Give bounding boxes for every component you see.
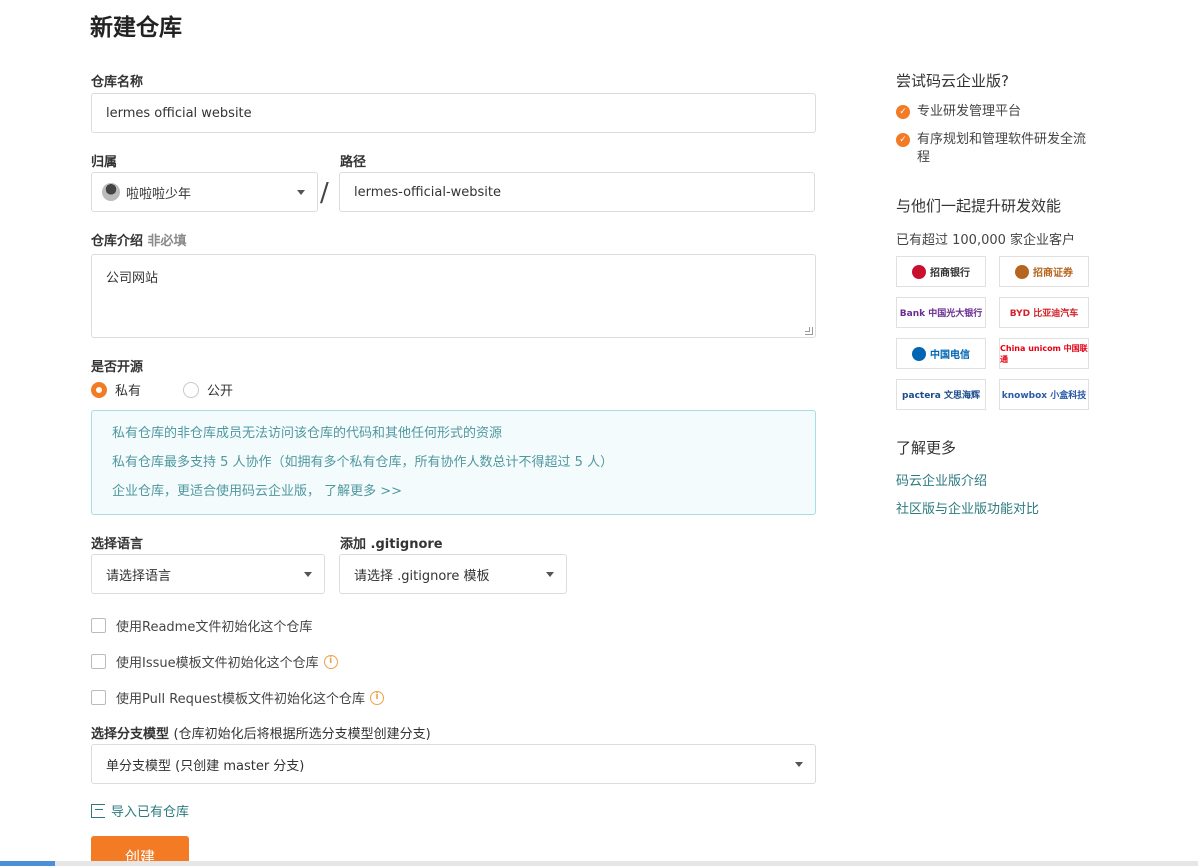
logo-text: BYD 比亚迪汽车	[1009, 309, 1079, 319]
import-repo-link[interactable]: 导入已有仓库	[91, 801, 189, 820]
logo-ceb: Bank 中国光大银行	[896, 297, 986, 328]
telecom-mark-icon	[912, 346, 926, 361]
import-repo-label: 导入已有仓库	[111, 805, 190, 820]
cms-mark-icon	[1015, 264, 1029, 279]
notice-learn-more-link[interactable]: 企业仓库，更适合使用码云企业版， 了解更多 >>	[112, 481, 795, 510]
check-circle-icon: ✓	[896, 133, 910, 147]
enterprise-intro-link[interactable]: 码云企业版介绍	[896, 470, 987, 489]
radio-public-label: 公开	[207, 384, 234, 399]
readme-checkbox-label: 使用Readme文件初始化这个仓库	[116, 620, 313, 635]
language-value: 请选择语言	[106, 568, 172, 584]
horizontal-scrollbar[interactable]	[0, 861, 1198, 866]
description-label: 仓库介绍 非必填	[91, 230, 187, 249]
check-circle-icon: ✓	[896, 105, 910, 119]
branch-model-label-text: 选择分支模型	[91, 727, 170, 742]
language-label: 选择语言	[91, 537, 144, 552]
description-value: 公司网站	[106, 271, 159, 286]
branch-model-label: 选择分支模型 (仓库初始化后将根据所选分支模型创建分支)	[91, 723, 431, 742]
logo-text: Bank 中国光大银行	[899, 309, 983, 319]
logo-text: knowbox 小盒科技	[1001, 391, 1087, 401]
logo-pactera: pactera 文思海辉	[896, 379, 986, 410]
gitignore-select[interactable]: 请选择 .gitignore 模板	[339, 554, 567, 594]
feature-text: 专业研发管理平台	[917, 104, 1022, 119]
language-select[interactable]: 请选择语言	[91, 554, 325, 594]
radio-public[interactable]: 公开	[183, 380, 233, 399]
logo-text: 招商证券	[1033, 268, 1073, 279]
checkbox-icon[interactable]	[91, 654, 106, 669]
info-icon[interactable]: i	[370, 690, 385, 705]
logo-knowbox: knowbox 小盒科技	[999, 379, 1089, 410]
repo-name-label: 仓库名称	[91, 75, 144, 90]
logo-text: China unicom 中国联通	[1000, 343, 1088, 364]
gitignore-value: 请选择 .gitignore 模板	[354, 568, 490, 584]
avatar	[102, 183, 120, 201]
checkbox-icon[interactable]	[91, 690, 106, 705]
import-icon	[91, 803, 105, 818]
owner-value: 啦啦啦少年	[126, 186, 192, 202]
gitignore-label: 添加 .gitignore	[340, 537, 443, 552]
info-icon[interactable]: i	[323, 654, 338, 669]
description-textarea[interactable]: 公司网站	[91, 254, 816, 338]
description-label-text: 仓库介绍	[91, 234, 144, 249]
repo-name-input[interactable]: lermes official website	[91, 93, 816, 133]
logo-text: 招商银行	[930, 268, 970, 279]
owner-select[interactable]: 啦啦啦少年	[91, 172, 318, 212]
owner-label: 归属	[91, 155, 118, 170]
cmb-mark-icon	[912, 264, 926, 279]
logo-telecom: 中国电信	[896, 338, 986, 369]
logo-text: pactera 文思海辉	[902, 391, 980, 401]
optional-tag: 非必填	[147, 234, 187, 249]
issue-checkbox-label: 使用Issue模板文件初始化这个仓库	[116, 656, 319, 671]
logo-cmb: 招商银行	[896, 256, 986, 287]
chevron-down-icon	[304, 572, 312, 577]
branch-model-select[interactable]: 单分支模型 (只创建 master 分支)	[91, 744, 816, 784]
edition-compare-link[interactable]: 社区版与企业版功能对比	[896, 498, 1039, 517]
logo-text: 中国电信	[930, 350, 970, 361]
branch-model-value: 单分支模型 (只创建 master 分支)	[106, 758, 305, 774]
pr-checkbox-row[interactable]: 使用Pull Request模板文件初始化这个仓库 i	[91, 688, 385, 707]
chevron-down-icon	[795, 762, 803, 767]
radio-private[interactable]: 私有	[91, 380, 141, 399]
radio-icon	[183, 381, 199, 398]
radio-icon	[91, 381, 107, 398]
visibility-label: 是否开源	[91, 360, 144, 375]
resize-handle[interactable]	[805, 327, 813, 335]
repo-name-value: lermes official website	[106, 105, 252, 121]
logo-byd: BYD 比亚迪汽车	[999, 297, 1089, 328]
chevron-down-icon	[297, 190, 305, 195]
feature-item: ✓ 有序规划和管理软件研发全流程	[896, 131, 1096, 167]
path-separator: /	[320, 178, 329, 208]
pr-checkbox-label: 使用Pull Request模板文件初始化这个仓库	[116, 692, 366, 707]
learn-more-title: 了解更多	[896, 439, 957, 457]
feature-item: ✓ 专业研发管理平台	[896, 103, 1096, 121]
logo-unicom: China unicom 中国联通	[999, 338, 1089, 369]
chevron-down-icon	[546, 572, 554, 577]
together-title: 与他们一起提升研发效能	[896, 197, 1062, 215]
path-value: lermes-official-website	[354, 184, 502, 200]
notice-line: 私有仓库的非仓库成员无法访问该仓库的代码和其他任何形式的资源	[112, 426, 503, 441]
readme-checkbox-row[interactable]: 使用Readme文件初始化这个仓库	[91, 616, 312, 635]
checkbox-icon[interactable]	[91, 618, 106, 633]
private-repo-notice: 私有仓库的非仓库成员无法访问该仓库的代码和其他任何形式的资源 私有仓库最多支持 …	[91, 410, 816, 515]
notice-line: 私有仓库最多支持 5 人协作（如拥有多个私有仓库，所有协作人数总计不得超过 5 …	[112, 455, 614, 470]
enterprise-title: 尝试码云企业版?	[896, 72, 1009, 90]
path-label: 路径	[340, 155, 367, 170]
logo-cms: 招商证券	[999, 256, 1089, 287]
issue-checkbox-row[interactable]: 使用Issue模板文件初始化这个仓库 i	[91, 652, 338, 671]
radio-private-label: 私有	[115, 384, 142, 399]
feature-text: 有序规划和管理软件研发全流程	[917, 132, 1087, 165]
customers-text: 已有超过 100,000 家企业客户	[896, 233, 1076, 248]
path-input[interactable]: lermes-official-website	[339, 172, 815, 212]
customer-logos: 招商银行 招商证券 Bank 中国光大银行 BYD 比亚迪汽车 中国电信 Chi…	[896, 256, 1090, 410]
branch-model-hint: (仓库初始化后将根据所选分支模型创建分支)	[173, 727, 431, 742]
page-title: 新建仓库	[90, 15, 182, 41]
scrollbar-thumb[interactable]	[0, 861, 55, 866]
